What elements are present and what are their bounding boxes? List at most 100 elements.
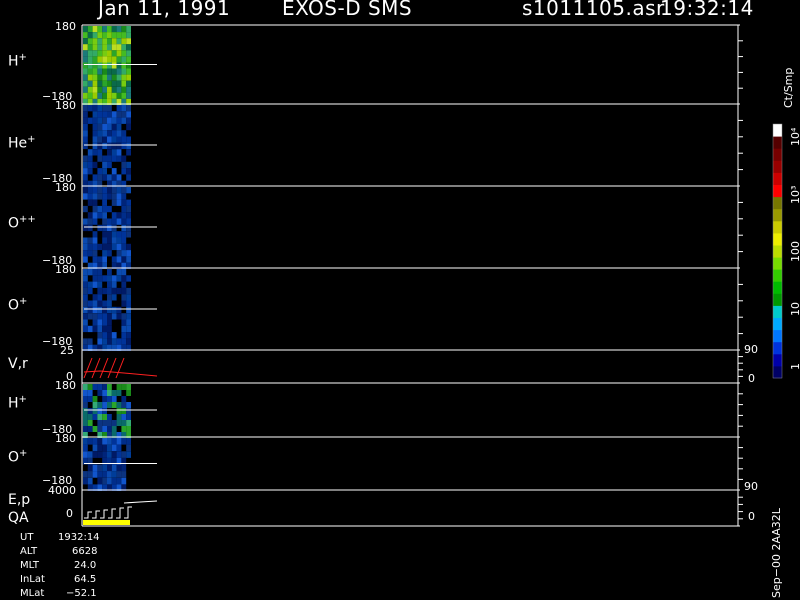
spectrogram-cell — [102, 256, 107, 263]
spectrogram-cell — [111, 80, 117, 87]
spectrogram-cell — [111, 111, 117, 118]
spectrogram-cell — [97, 168, 103, 175]
spectrogram-cell — [121, 332, 127, 339]
spectrogram-cell — [102, 187, 107, 194]
spectrogram-cell — [83, 136, 88, 143]
spectrogram-cell — [83, 451, 88, 458]
spectrogram-cell — [107, 56, 112, 63]
spectrogram-cell — [107, 384, 112, 390]
spectrogram-cell — [97, 32, 103, 39]
spectrogram-cell — [97, 44, 103, 51]
spectrogram-cell — [116, 306, 122, 314]
spectrogram-cell — [116, 68, 122, 75]
spectrogram-cell — [111, 44, 117, 51]
spectrogram-cell — [83, 174, 88, 181]
spectrogram-cell — [97, 149, 103, 156]
spectrogram-cell — [111, 451, 117, 458]
spectrogram-cell — [83, 130, 88, 137]
header-date: Jan 11, 1991 — [98, 0, 231, 20]
spectrogram-cell — [107, 477, 112, 485]
spectrogram-cell — [126, 313, 131, 320]
spectrogram-cell — [102, 168, 107, 175]
spectrogram-cell — [92, 212, 98, 219]
spectrogram-cell — [87, 390, 93, 396]
spectrogram-cell — [83, 420, 88, 426]
spectrogram-cell — [107, 105, 112, 112]
spectrogram-cell — [116, 50, 122, 57]
panel-label-vr: V,r — [8, 356, 28, 372]
spectrogram-cell — [121, 281, 127, 288]
spectrogram-cell — [121, 471, 127, 478]
spectrogram-cell — [121, 287, 127, 295]
qa-bar — [83, 520, 130, 525]
spectrogram-cell — [102, 426, 107, 432]
spectrogram-cell — [102, 74, 107, 81]
spectrogram-cell — [111, 287, 117, 295]
spectrogram-cell — [116, 80, 122, 87]
spectrogram-cell — [111, 464, 117, 472]
spectrogram-cell — [111, 130, 117, 137]
spectrogram-cell — [121, 187, 127, 194]
velocity-trace — [99, 357, 109, 379]
spectrogram-cell — [97, 426, 103, 432]
spectrogram-cell — [116, 250, 122, 257]
spectrogram-cell — [102, 142, 107, 150]
spectrogram-cell — [97, 269, 103, 276]
spectrogram-cell — [107, 38, 112, 45]
spectrogram-cell — [121, 408, 127, 414]
spectrogram-cell — [92, 402, 98, 408]
spectrogram-cell — [97, 74, 103, 81]
spectrogram-cell — [97, 187, 103, 194]
spectrogram-cell — [102, 218, 107, 225]
spectrogram-cell — [111, 212, 117, 219]
spectrogram-cell — [87, 32, 93, 39]
spectrogram-cell — [121, 237, 127, 244]
spectrogram-cell — [102, 438, 107, 445]
spectrogram-cell — [116, 414, 122, 420]
spectrogram-cell — [87, 224, 93, 232]
spectrogram-cell — [83, 26, 88, 33]
energy-step-trace — [116, 507, 124, 519]
spectrogram-cell — [116, 471, 122, 478]
spectrogram-cell — [121, 250, 127, 257]
spectrogram-cell — [121, 243, 127, 251]
spectrogram-cell — [111, 187, 117, 194]
spectrogram-cell — [83, 86, 88, 93]
spectrogram-cell — [116, 44, 122, 51]
spectrogram-cell — [97, 313, 103, 320]
spectrogram-cell — [97, 414, 103, 420]
spectrogram-cell — [111, 32, 117, 39]
spectrogram-cell — [97, 92, 103, 99]
spectrogram-cell — [87, 161, 93, 169]
spectrogram-cell — [126, 390, 131, 396]
spectrogram-cell — [121, 402, 127, 408]
spectrogram-cell — [92, 32, 98, 39]
spectrogram-cell — [116, 193, 122, 200]
spectrogram-cell — [87, 281, 93, 288]
spectrogram-cell — [126, 256, 131, 263]
spectrogram-cell — [116, 313, 122, 320]
spectrogram-cell — [87, 338, 93, 345]
spectrogram-cell — [126, 325, 131, 333]
spectrogram-cell — [83, 275, 88, 282]
spectrogram-cell — [92, 105, 98, 112]
spectrogram-cell — [116, 155, 122, 162]
spectrogram-cell — [116, 408, 122, 414]
y-tick-label: 180 — [55, 181, 76, 194]
potential-trace — [123, 500, 158, 504]
spectrogram-cell — [121, 256, 127, 263]
panel-label-he-plus: He+ — [8, 134, 36, 152]
spectrogram-cell — [83, 38, 88, 45]
spectrogram-cell — [107, 130, 112, 137]
spectrogram-cell — [126, 149, 131, 156]
spectrogram-cell — [92, 269, 98, 276]
spectrogram-cell — [87, 471, 93, 478]
spectrogram-cell — [102, 237, 107, 244]
spectrogram-cell — [121, 80, 127, 87]
spectrogram-cell — [83, 250, 88, 257]
spectrogram-cell — [116, 187, 122, 194]
spectrogram-cell — [92, 199, 98, 206]
spectrogram-cell — [107, 68, 112, 75]
spectrogram-cell — [116, 243, 122, 251]
spectrogram-cell — [116, 231, 122, 238]
